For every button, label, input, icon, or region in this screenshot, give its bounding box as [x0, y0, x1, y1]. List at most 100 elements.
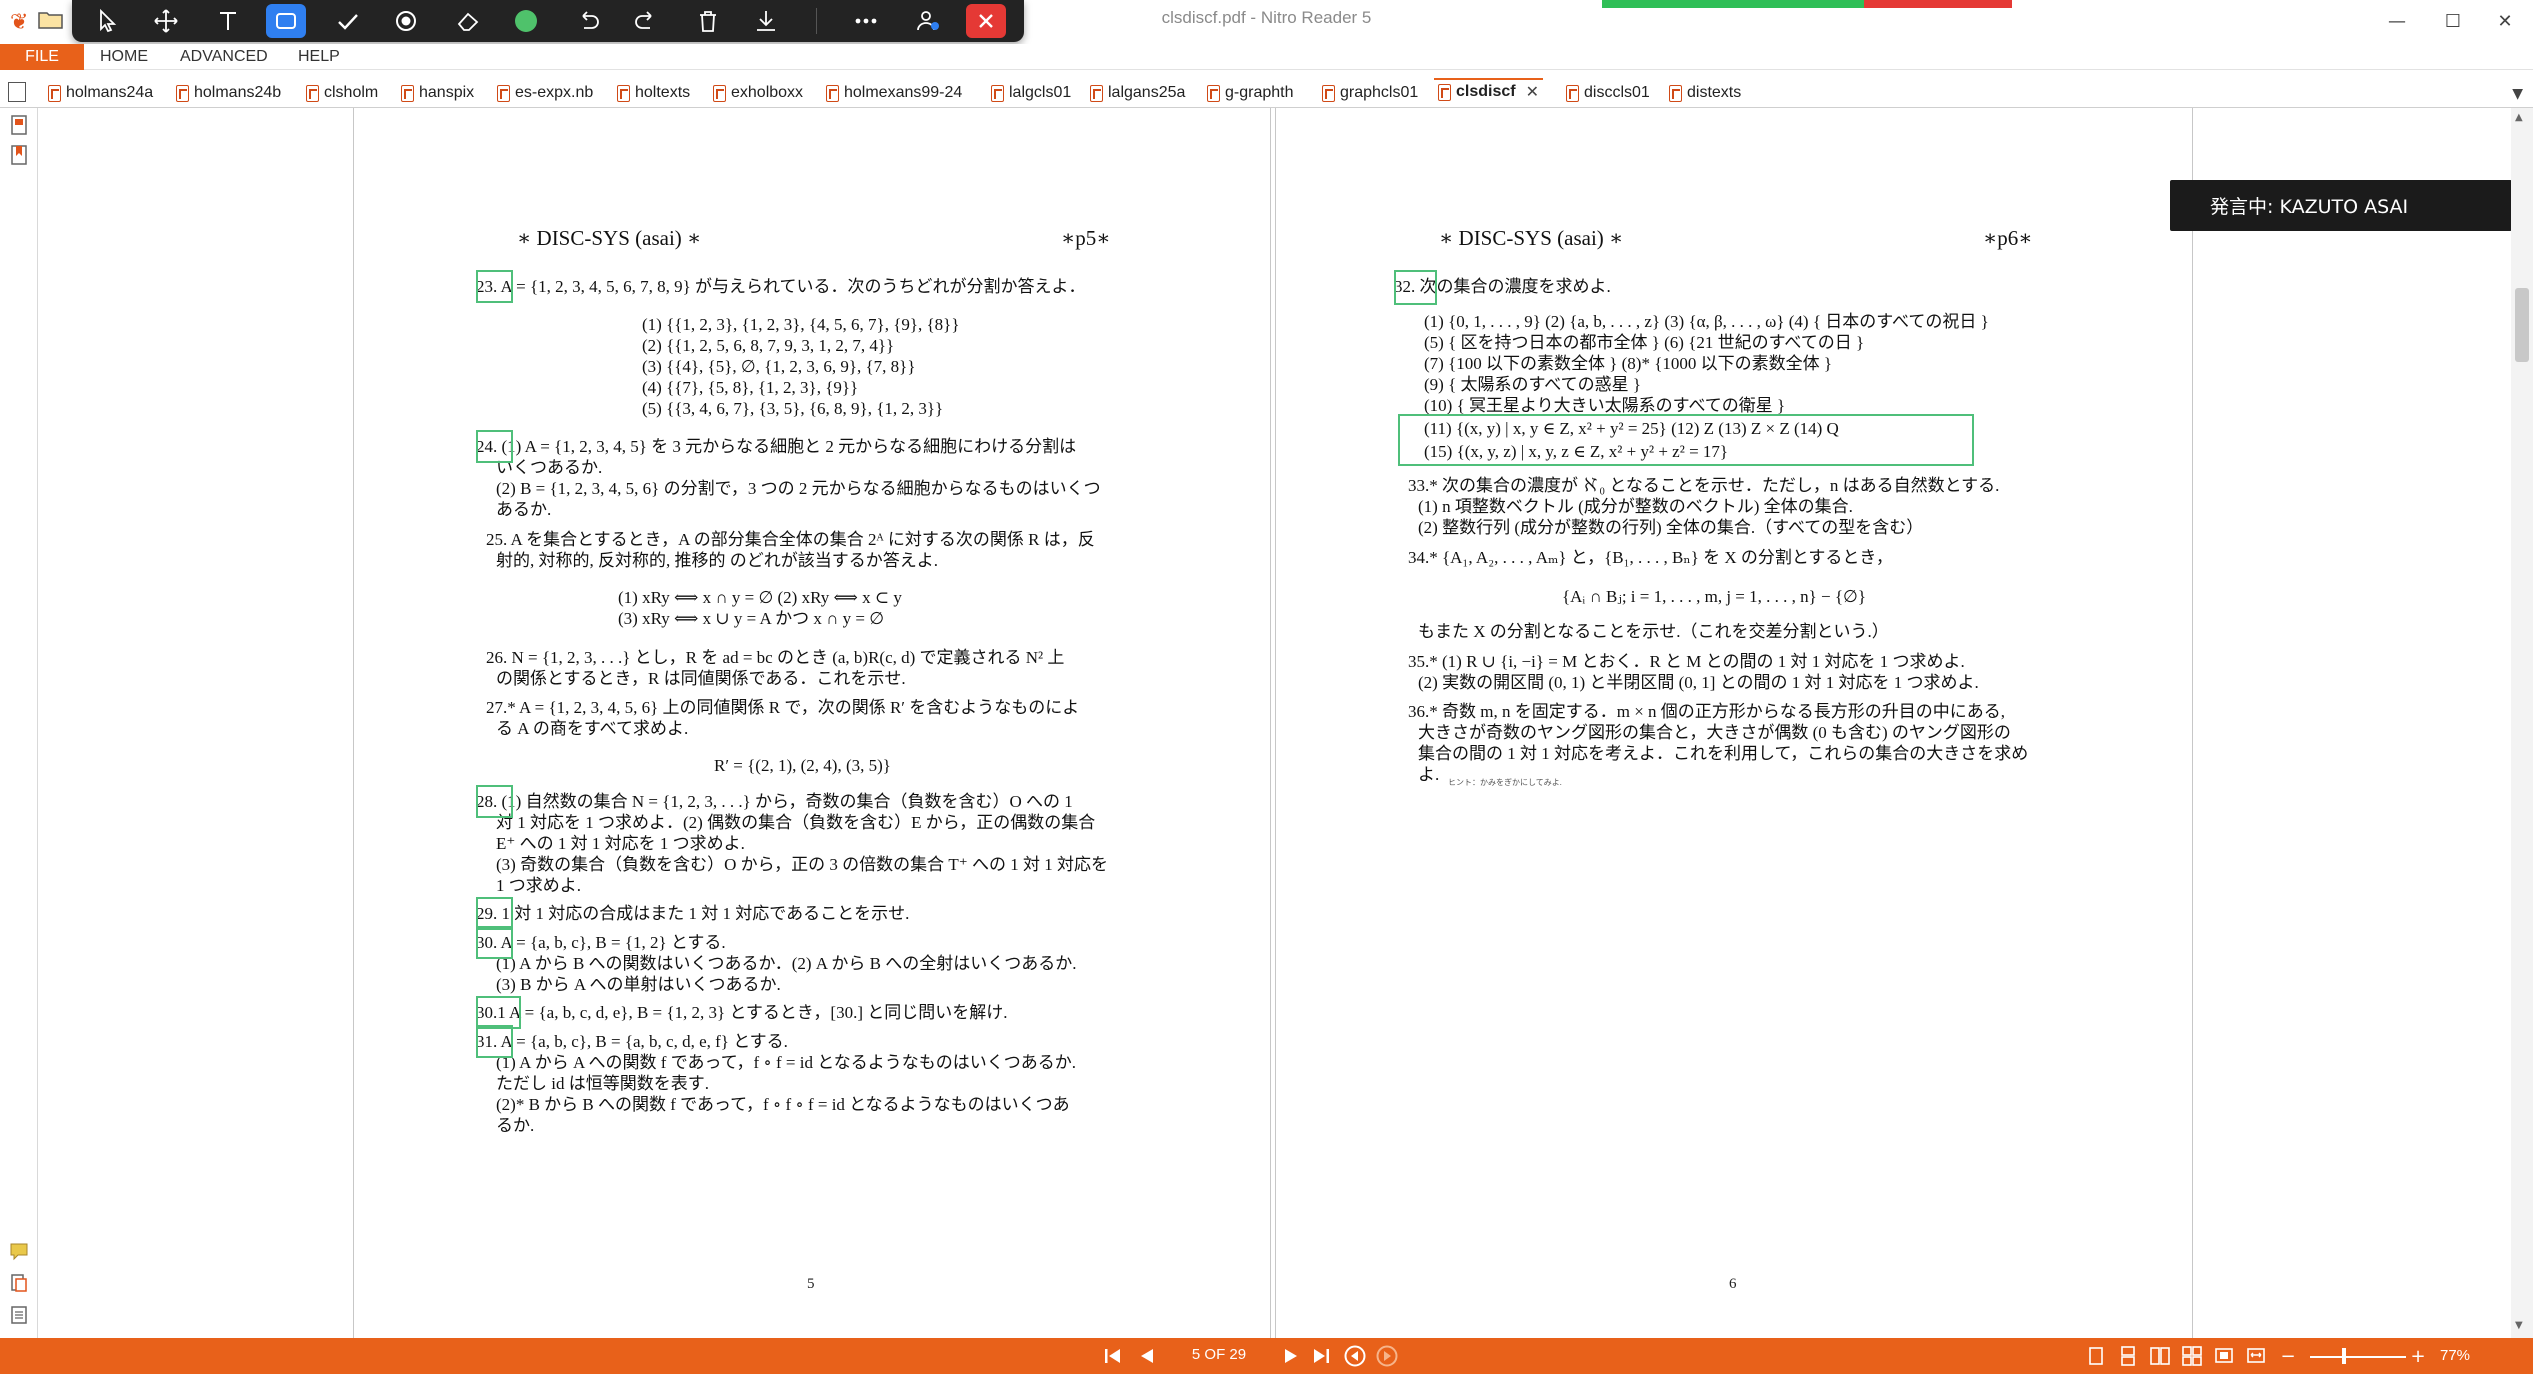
fit-width-icon[interactable] [2244, 1344, 2268, 1368]
toolbar-separator [816, 8, 817, 34]
tab-lalgcls01[interactable]: lalgcls01 [991, 80, 1071, 106]
zoom-out-icon[interactable]: − [2278, 1344, 2298, 1368]
tab-label: g-graphth [1225, 84, 1294, 101]
menu-advanced[interactable]: ADVANCED [180, 48, 268, 66]
single-page-view-icon[interactable] [2084, 1344, 2108, 1368]
comments-icon[interactable] [9, 1240, 29, 1262]
highlight-box[interactable] [476, 785, 513, 818]
facing-view-icon[interactable] [2148, 1344, 2172, 1368]
tab-clsdiscf[interactable]: clsdiscf ✕ [1434, 78, 1543, 104]
close-toolbar-icon[interactable] [966, 4, 1006, 38]
highlight-box[interactable] [476, 270, 513, 303]
back-view-icon[interactable] [1342, 1344, 1368, 1368]
output-panel-icon[interactable] [9, 1304, 29, 1326]
color-picker-icon[interactable] [506, 4, 546, 38]
problem-line: る A の商をすべて求めよ. [496, 719, 689, 738]
highlight-box[interactable] [1394, 270, 1437, 305]
tab-exholboxx[interactable]: exholboxx [713, 80, 803, 106]
rectangle-tool-icon[interactable] [266, 4, 306, 38]
tab-graphcls01[interactable]: graphcls01 [1322, 80, 1418, 106]
page-indicator[interactable]: 5 OF 29 [1180, 1346, 1258, 1363]
tab-clsholm[interactable]: clsholm [306, 80, 378, 106]
last-page-icon[interactable] [1308, 1344, 1334, 1368]
maximize-button[interactable]: ☐ [2425, 4, 2481, 38]
problem-line: ただし id は恒等関数を表す. [496, 1074, 709, 1093]
undo-icon[interactable] [568, 4, 608, 38]
record-icon[interactable] [386, 4, 426, 38]
pdf-page-6[interactable]: ∗ DISC-SYS (asai) ∗ ∗p6∗ 32. 次の集合の濃度を求めよ… [1275, 108, 2193, 1338]
check-tool-icon[interactable] [328, 4, 368, 38]
tab-holmexans99-24[interactable]: holmexans99-24 [826, 80, 962, 106]
problem-line: (1) A から B への関数はいくつあるか．(2) A から B への全射はい… [496, 954, 1077, 973]
pdf-file-icon [1322, 84, 1335, 102]
zoom-slider[interactable] [2310, 1356, 2406, 1358]
pdf-file-icon [713, 84, 726, 102]
fit-page-icon[interactable] [2212, 1344, 2236, 1368]
previous-page-icon[interactable] [1134, 1344, 1160, 1368]
first-page-icon[interactable] [1100, 1344, 1126, 1368]
bookmark-icon[interactable] [9, 144, 29, 166]
problem-line: (7) {100 以下の素数全体 } (8)* {1000 以下の素数全体 } [1424, 354, 1833, 373]
zoom-level[interactable]: 77% [2440, 1347, 2470, 1364]
page-thumbnail-icon[interactable] [9, 114, 29, 136]
tab-holtexts[interactable]: holtexts [617, 80, 690, 106]
highlight-box[interactable] [476, 1025, 513, 1058]
next-page-icon[interactable] [1278, 1344, 1304, 1368]
pdf-file-icon [617, 84, 630, 102]
zoom-in-icon[interactable]: + [2408, 1344, 2428, 1368]
tab-hanspix[interactable]: hanspix [401, 80, 474, 106]
app-window: ❦ clsdiscf.pdf - Nitro Reader 5 — ☐ ✕ FI… [0, 0, 2533, 1374]
scroll-up-icon[interactable]: ▲ [2515, 112, 2523, 123]
problem-line: 1 つ求めよ. [496, 876, 581, 895]
text-tool-icon[interactable] [208, 4, 248, 38]
pages-panel-icon[interactable] [8, 82, 26, 102]
close-tab-icon[interactable]: ✕ [1526, 82, 1539, 102]
pdf-file-icon [1438, 83, 1451, 101]
page-header-left: ∗ DISC-SYS (asai) ∗ [517, 226, 702, 250]
menu-help[interactable]: HELP [298, 48, 340, 66]
page-number: 5 [807, 1276, 815, 1292]
problem-line: (3) {{4}, {5}, ∅, {1, 2, 3, 6, 9}, {7, 8… [642, 357, 916, 376]
highlight-box[interactable] [1398, 414, 1974, 466]
problem-line: 35.* (1) R ∪ {i, −i} = M とおく．R と M との間の … [1408, 652, 1965, 671]
problem-line: 29. 1 対 1 対応の合成はまた 1 対 1 対応であることを示せ. [476, 904, 910, 923]
highlight-box[interactable] [476, 926, 513, 959]
problem-line: 34.* {A₁, A₂, . . . , Aₘ} と，{B₁, . . . ,… [1408, 548, 1893, 567]
select-pointer-icon[interactable] [88, 4, 128, 38]
tab-label: graphcls01 [1340, 84, 1419, 101]
redo-icon[interactable] [626, 4, 666, 38]
menu-home[interactable]: HOME [100, 48, 148, 66]
tab-es-expx[interactable]: es-expx.nb [497, 80, 593, 106]
problem-line: 大きさが奇数のヤング図形の集合と，大きさが偶数 (0 も含む) のヤング図形の [1418, 723, 2011, 742]
scrollbar-thumb[interactable] [2515, 288, 2529, 362]
document-tab-bar: holmans24a holmans24b clsholm hanspix es… [0, 74, 2533, 108]
zoom-slider-thumb[interactable] [2342, 1348, 2346, 1364]
eraser-icon[interactable] [448, 4, 488, 38]
tab-lalgans25a[interactable]: lalgans25a [1090, 80, 1185, 106]
chevron-down-icon[interactable]: ▼ [2512, 86, 2523, 102]
tab-disccls01[interactable]: disccls01 [1566, 80, 1650, 106]
tab-holmans24b[interactable]: holmans24b [176, 80, 281, 106]
problem-line: 36.* 奇数 m, n を固定する．m × n 個の正方形からなる長方形の升目… [1408, 702, 2006, 721]
tab-label: exholboxx [731, 84, 804, 101]
trash-icon[interactable] [688, 4, 728, 38]
download-icon[interactable] [746, 4, 786, 38]
close-window-button[interactable]: ✕ [2477, 4, 2533, 38]
attachments-icon[interactable] [9, 1272, 29, 1294]
pdf-page-5[interactable]: ∗ DISC-SYS (asai) ∗ ∗p5∗ 23. A = {1, 2, … [353, 108, 1271, 1338]
forward-view-icon[interactable] [1374, 1344, 1400, 1368]
scroll-down-icon[interactable]: ▼ [2515, 1320, 2523, 1331]
tab-holmans24a[interactable]: holmans24a [48, 80, 153, 106]
highlight-box[interactable] [476, 430, 513, 463]
users-icon[interactable] [908, 4, 948, 38]
continuous-facing-view-icon[interactable] [2180, 1344, 2204, 1368]
continuous-view-icon[interactable] [2116, 1344, 2140, 1368]
minimize-button[interactable]: — [2369, 4, 2425, 38]
problem-line: 23. A = {1, 2, 3, 4, 5, 6, 7, 8, 9} が与えら… [476, 277, 1086, 296]
tab-distexts[interactable]: distexts [1669, 80, 1741, 106]
tab-g-graphth[interactable]: g-graphth [1207, 80, 1294, 106]
vertical-scrollbar[interactable]: ▲ ▼ [2511, 108, 2533, 1338]
pan-move-icon[interactable] [146, 4, 186, 38]
more-icon[interactable] [846, 4, 886, 38]
menu-file[interactable]: FILE [0, 44, 84, 70]
